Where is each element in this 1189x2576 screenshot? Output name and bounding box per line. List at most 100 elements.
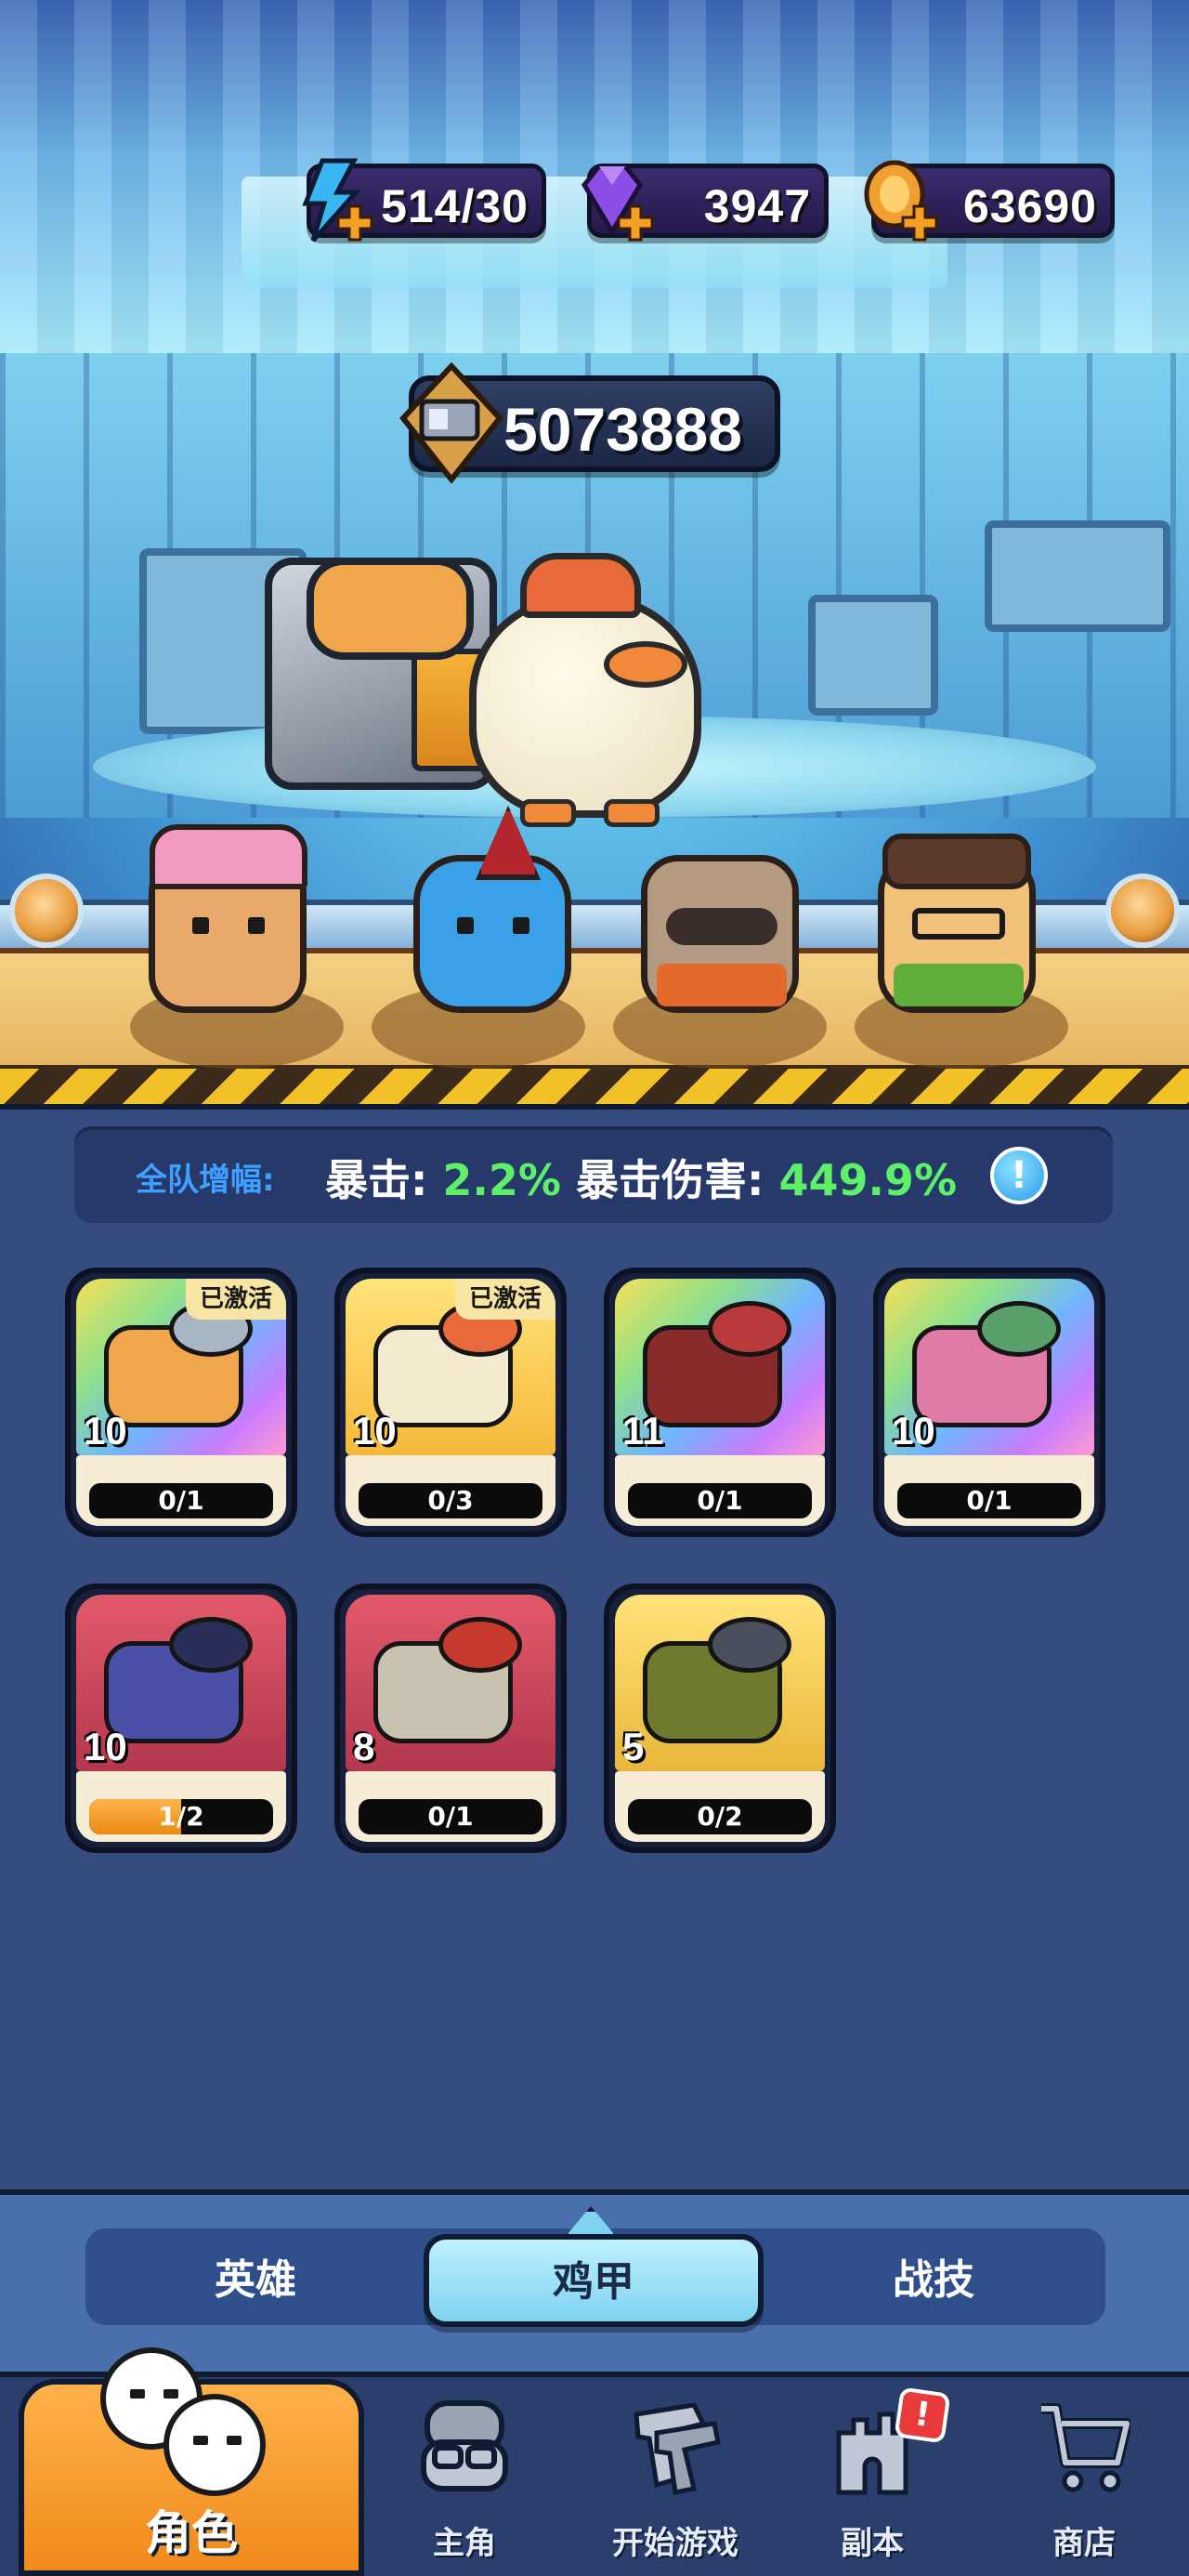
hero-slot-2[interactable] <box>413 806 571 1013</box>
nav-protagonist-label: 主角 <box>433 2525 496 2562</box>
eye <box>457 917 474 934</box>
mech-level: 10 <box>353 1409 397 1452</box>
cart-icon <box>1041 2403 1130 2492</box>
mech-head <box>977 1301 1061 1357</box>
plus-icon[interactable] <box>335 204 374 243</box>
mech-card[interactable]: 10 0/3 已激活 <box>334 1268 567 1537</box>
mech-card[interactable]: 8 0/1 <box>334 1584 567 1853</box>
info-icon[interactable]: ! <box>990 1147 1048 1204</box>
mech-card[interactable]: 11 0/1 <box>604 1268 836 1537</box>
shard-progress-text: 0/1 <box>158 1485 204 1516</box>
chicken-comb <box>520 553 641 618</box>
mech-head <box>708 1617 791 1673</box>
eye <box>248 917 265 934</box>
gem-counter[interactable]: 3947 <box>581 164 829 242</box>
shard-progress-text: 1/2 <box>158 1801 204 1832</box>
crit-stats: 暴击: 2.2% 暴击伤害: 449.9% <box>325 1147 957 1208</box>
chicken-beak <box>604 641 687 688</box>
hero-slot-1[interactable] <box>149 824 307 1013</box>
power-icon <box>399 362 503 483</box>
team-bonus-bar: 全队增幅: 暴击: 2.2% 暴击伤害: 449.9% ! <box>74 1126 1113 1223</box>
plus-icon[interactable] <box>616 204 655 243</box>
dungeon-alert-badge: ! <box>894 2386 951 2444</box>
nav-shop-label: 商店 <box>1052 2525 1116 2562</box>
eye <box>227 2436 242 2446</box>
wall-monitor <box>808 595 938 716</box>
character-face-icon <box>163 2394 266 2496</box>
nav-start-game[interactable]: 开始游戏 <box>578 2386 773 2572</box>
guns-icon <box>634 2402 721 2495</box>
mech-card[interactable]: 10 0/1 <box>873 1268 1105 1537</box>
gem-value: 3947 <box>703 180 811 232</box>
wall-panel <box>985 520 1170 632</box>
mech-portrait <box>615 1595 825 1771</box>
team-bonus-label: 全队增幅: <box>136 1162 275 1199</box>
coin-value: 63690 <box>962 180 1097 232</box>
hazard-stripe <box>0 1065 1189 1104</box>
energy-value: 514/30 <box>381 180 529 232</box>
hero-slot-4[interactable] <box>878 834 1036 1013</box>
orange-shirt <box>657 964 787 1006</box>
rail-lamp <box>9 874 84 948</box>
tab-combat-skills[interactable]: 战技 <box>817 2243 1050 2318</box>
nav-shop[interactable]: 商店 <box>986 2386 1182 2572</box>
eye <box>130 2389 145 2399</box>
nav-dungeon-label: 副本 <box>841 2525 904 2562</box>
brown-hair <box>882 834 1031 889</box>
coin-counter[interactable]: 63690 <box>864 160 1115 242</box>
glasses <box>912 908 1005 940</box>
crit-label: 暴击: <box>325 1155 443 1205</box>
raccoon-mask <box>666 908 777 945</box>
eye <box>192 917 209 934</box>
crit-damage-label: 暴击伤害: <box>561 1155 779 1205</box>
crit-value: 2.2% <box>442 1155 561 1205</box>
plus-icon[interactable] <box>900 204 939 243</box>
mech-head <box>438 1617 522 1673</box>
mech-portrait <box>346 1595 555 1771</box>
shard-progress: 0/1 <box>628 1483 812 1518</box>
mech-card[interactable]: 10 1/2 <box>65 1584 297 1853</box>
shard-progress: 0/2 <box>628 1799 812 1834</box>
chicken-leg <box>520 799 576 827</box>
nav-role[interactable]: 角色 <box>19 2347 364 2576</box>
mech-card[interactable]: 5 0/2 <box>604 1584 836 1853</box>
pink-hat <box>150 824 307 889</box>
green-shirt <box>894 964 1024 1006</box>
mech-level: 10 <box>84 1409 127 1452</box>
nav-start-game-label: 开始游戏 <box>612 2525 738 2562</box>
mech-level: 5 <box>622 1725 645 1768</box>
chicken-character[interactable] <box>469 595 701 818</box>
shard-progress-text: 0/1 <box>427 1801 474 1832</box>
tab-chicken-mech[interactable]: 鸡甲 <box>424 2234 764 2327</box>
crit-damage-value: 449.9% <box>778 1155 958 1205</box>
rail-lamp <box>1105 874 1180 948</box>
nav-protagonist[interactable]: 主角 <box>367 2386 562 2572</box>
mech-level: 8 <box>353 1725 375 1768</box>
shard-progress: 0/1 <box>359 1799 542 1834</box>
activated-badge: 已激活 <box>186 1279 286 1320</box>
mech-card[interactable]: 10 0/1 已激活 <box>65 1268 297 1537</box>
shard-progress: 0/1 <box>897 1483 1081 1518</box>
shard-progress: 0/1 <box>89 1483 273 1518</box>
mech-level: 11 <box>622 1409 664 1452</box>
shard-progress: 1/2 <box>89 1799 273 1834</box>
hero-slot-3[interactable] <box>641 855 799 1013</box>
eye <box>193 2436 208 2446</box>
tab-heroes[interactable]: 英雄 <box>139 2243 372 2318</box>
shard-progress-text: 0/1 <box>966 1485 1013 1516</box>
mech-head <box>708 1301 791 1357</box>
shard-progress-text: 0/3 <box>427 1485 474 1516</box>
chicken-leg <box>604 799 660 827</box>
eye <box>513 917 529 934</box>
power-value: 5073888 <box>503 395 742 464</box>
activated-badge: 已激活 <box>455 1279 555 1320</box>
energy-counter[interactable]: 514/30 <box>302 158 546 243</box>
eye <box>163 2389 178 2399</box>
mech-pilot <box>307 558 474 660</box>
nav-role-label: 角色 <box>145 2506 238 2560</box>
mech-head <box>169 1617 253 1673</box>
team-power: 5073888 <box>399 362 780 483</box>
mech-level: 10 <box>84 1725 127 1768</box>
shard-progress-text: 0/2 <box>697 1801 743 1832</box>
mech-level: 10 <box>892 1409 935 1452</box>
